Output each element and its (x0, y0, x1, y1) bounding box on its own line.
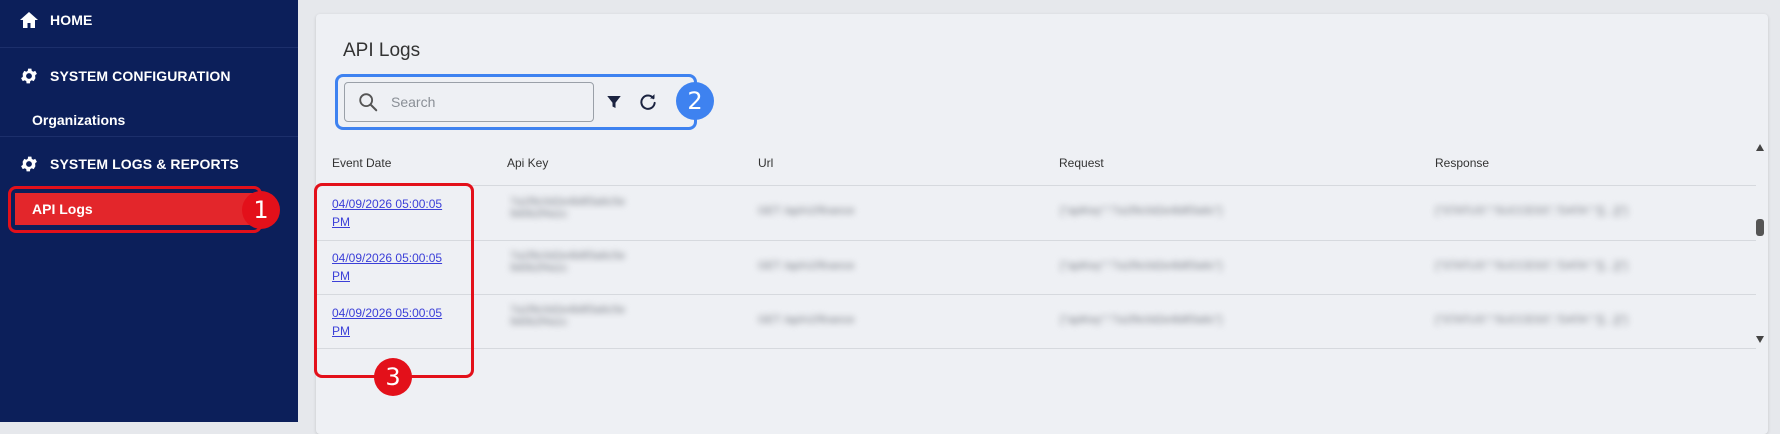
request-cell: {"apiKey":"7a1f9c0d2e4b8f3a6c"} (1060, 205, 1223, 217)
callout-box-1 (8, 186, 262, 233)
search-icon (359, 93, 378, 112)
url-cell: GET /api/v2/finance (758, 314, 855, 326)
response-cell: {"STATUS":"SUCCESS","DATA":"[{...}]"} (1435, 260, 1629, 272)
gear-icon (18, 65, 40, 87)
home-icon (18, 9, 40, 31)
search-input[interactable] (389, 93, 583, 111)
url-cell: GET /api/v2/finance (758, 205, 855, 217)
response-cell: {"STATUS":"SUCCESS","DATA":"[{...}]"} (1435, 205, 1629, 217)
url-cell: GET /api/v2/finance (758, 260, 855, 272)
column-header-url[interactable]: Url (758, 156, 773, 170)
column-header-api-key[interactable]: Api Key (507, 156, 548, 170)
refresh-icon (640, 94, 656, 110)
nav-home[interactable]: HOME (0, 6, 298, 34)
column-header-event-date[interactable]: Event Date (332, 156, 391, 170)
search-field[interactable] (344, 82, 594, 122)
scroll-up-arrow-icon[interactable] (1756, 144, 1764, 151)
api-key-cell: 7a1f9c0d2e4b8f3a6c5e 9d0b2f4a1c (510, 304, 625, 328)
table-scrollbar[interactable] (1754, 140, 1766, 348)
divider (0, 47, 298, 48)
callout-badge-3: 3 (374, 358, 412, 396)
refresh-button[interactable] (636, 90, 660, 114)
scroll-thumb[interactable] (1756, 219, 1764, 236)
page-title: API Logs (343, 40, 421, 61)
callout-box-3 (314, 183, 474, 378)
callout-badge-2: 2 (676, 82, 714, 120)
api-key-cell: 7a1f9c0d2e4b8f3a6c5e 9d0b2f4a1c (510, 196, 625, 220)
nav-system-configuration-label: SYSTEM CONFIGURATION (50, 68, 231, 84)
request-cell: {"apiKey":"7a1f9c0d2e4b8f3a6c"} (1060, 260, 1223, 272)
gear-icon (18, 153, 40, 175)
column-header-response[interactable]: Response (1435, 156, 1489, 170)
filter-icon (607, 96, 621, 108)
callout-badge-1: 1 (242, 191, 280, 229)
nav-home-label: HOME (50, 12, 93, 28)
nav-system-logs-reports[interactable]: SYSTEM LOGS & REPORTS (0, 150, 298, 178)
filter-button[interactable] (602, 90, 626, 114)
nav-organizations[interactable]: Organizations (32, 112, 125, 128)
api-key-cell: 7a1f9c0d2e4b8f3a6c5e 9d0b2f4a1c (510, 250, 625, 274)
divider (0, 136, 298, 137)
nav-system-logs-label: SYSTEM LOGS & REPORTS (50, 156, 239, 172)
request-cell: {"apiKey":"7a1f9c0d2e4b8f3a6c"} (1060, 314, 1223, 326)
scroll-down-arrow-icon[interactable] (1756, 336, 1764, 343)
row-divider (316, 348, 1756, 349)
response-cell: {"STATUS":"SUCCESS","DATA":"[{...}]"} (1435, 314, 1629, 326)
column-header-request[interactable]: Request (1059, 156, 1104, 170)
nav-system-configuration[interactable]: SYSTEM CONFIGURATION (0, 62, 298, 90)
